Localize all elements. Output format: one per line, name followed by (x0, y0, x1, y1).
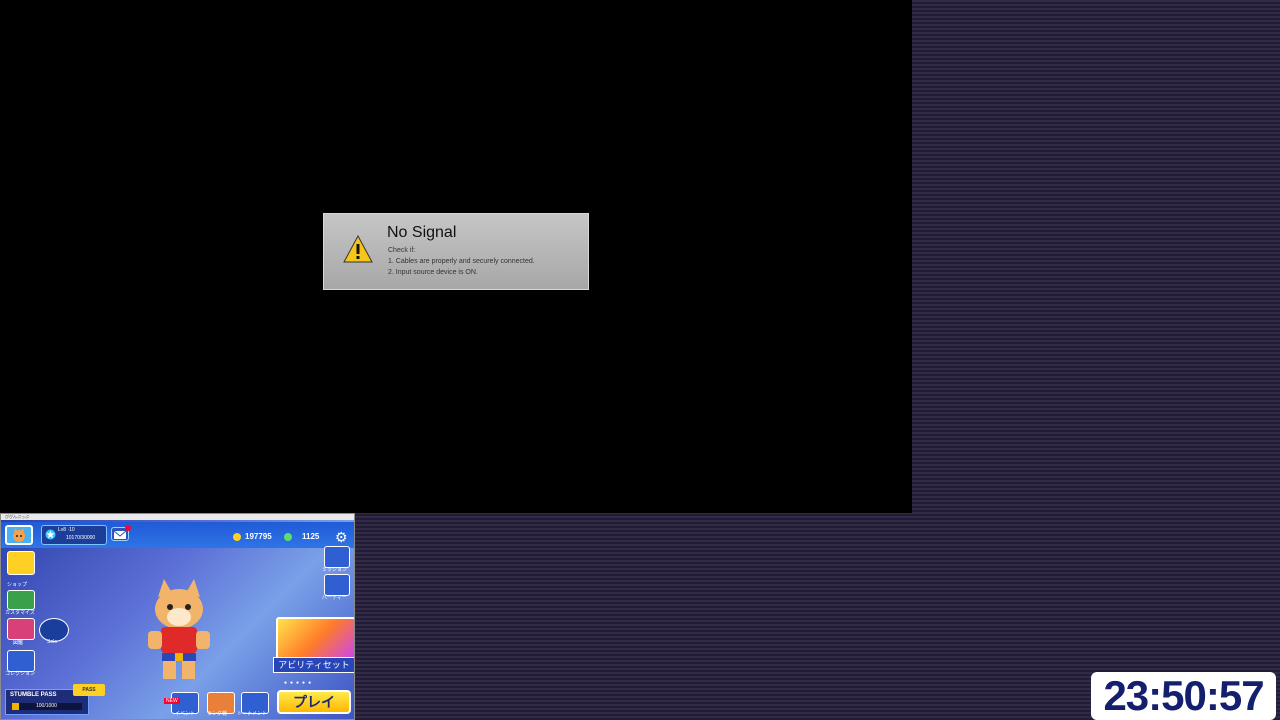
level-text: Lv8 ·10 (58, 527, 75, 533)
solo-label: Solo (47, 639, 58, 645)
mission-label: ミッション (322, 567, 348, 573)
customize-label: カスタマイズ (5, 610, 35, 616)
game-top-bar: Lv8 ·10 10170/30000 197795 1125 ⚙ (1, 522, 354, 548)
coin-icon (233, 533, 241, 541)
tournament-label: トーナメント (237, 711, 268, 717)
mail-notification-badge (125, 525, 131, 531)
customize-button[interactable] (7, 590, 35, 610)
party-label: パーティー (322, 595, 347, 601)
game-window[interactable]: ぴぴんぷっぷ Lv8 ·10 10170/30000 197795 1125 ⚙… (0, 513, 355, 720)
cat-character (148, 579, 210, 679)
gem-icon (284, 533, 292, 541)
book-label: 図鑑 (13, 640, 24, 646)
pass-badge[interactable]: PASS (73, 684, 105, 696)
collection-button[interactable] (7, 650, 35, 672)
collection-book-button[interactable] (7, 618, 35, 640)
pass-progress-fill (12, 703, 19, 710)
warning-icon (343, 235, 373, 263)
game-window-titlebar[interactable]: ぴぴんぷっぷ (1, 514, 354, 520)
profile-avatar-button[interactable] (5, 525, 33, 545)
page-dots: ●●●●● (284, 680, 315, 686)
stream-clock: 23:50:57 (1091, 672, 1276, 720)
pass-progress-text: 100/1000 (36, 703, 57, 709)
cat-avatar-icon (13, 528, 25, 542)
mail-button[interactable] (111, 525, 131, 541)
shop-label: ショップ (7, 582, 28, 588)
ability-set-button[interactable]: アビリティセット (273, 657, 354, 673)
mission-button[interactable] (324, 546, 350, 568)
collection-label: コレクション (5, 671, 36, 677)
party-button[interactable] (324, 574, 350, 596)
event-label: イベント (175, 711, 196, 717)
no-signal-title: No Signal (387, 224, 457, 241)
level-star-icon (45, 529, 56, 540)
shop-button[interactable] (7, 551, 35, 575)
settings-gear-icon[interactable]: ⚙ (335, 529, 348, 546)
mail-icon (113, 530, 127, 539)
gem-count: 1125 (302, 532, 320, 541)
window-title: ぴぴんぷっぷ (5, 514, 29, 519)
check-if-label: Check if: (388, 247, 416, 254)
coin-count: 197795 (245, 532, 272, 541)
xp-text: 10170/30000 (66, 535, 96, 541)
new-badge: NEW (164, 698, 180, 704)
check-line-1: 1. Cables are properly and securely conn… (388, 258, 535, 265)
stumble-pass-label: STUMBLE PASS (10, 692, 57, 698)
no-signal-dialog: No Signal Check if: 1. Cables are proper… (323, 213, 589, 290)
play-button[interactable]: プレイ (277, 690, 351, 714)
check-line-2: 2. Input source device is ON. (388, 269, 478, 276)
ranked-label: ランク戦 (207, 711, 228, 717)
capture-source-panel: No Signal Check if: 1. Cables are proper… (0, 0, 912, 513)
player-level-box[interactable]: Lv8 ·10 10170/30000 (41, 525, 107, 545)
